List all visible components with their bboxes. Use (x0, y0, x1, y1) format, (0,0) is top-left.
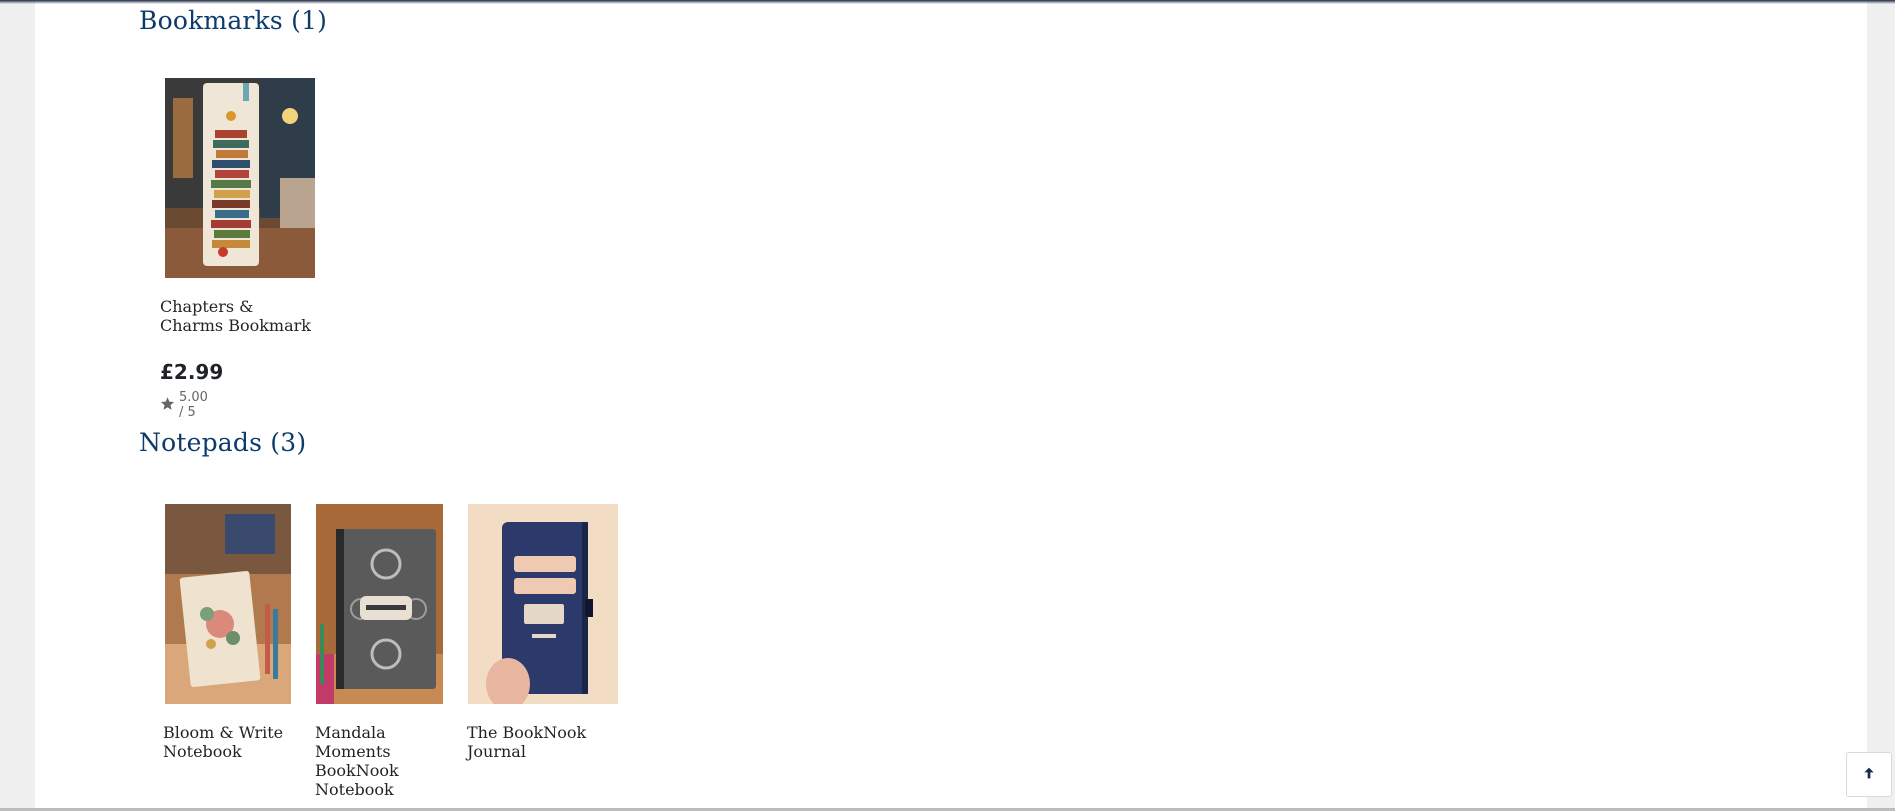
rating-value: 5.00 / 5 (179, 390, 208, 420)
scroll-to-top-button[interactable] (1846, 752, 1892, 797)
product-name[interactable]: The BookNook Journal (467, 723, 617, 761)
product-image-bloom-write[interactable] (165, 504, 291, 704)
product-price: £2.99 (160, 360, 224, 384)
product-image-mandala-moments[interactable] (316, 504, 443, 704)
product-image-bookmark[interactable] (165, 78, 315, 278)
product-name[interactable]: Bloom & Write Notebook (163, 723, 293, 761)
header-shadow (0, 0, 1895, 4)
star-icon (160, 396, 175, 415)
section-title-notepads: Notepads (3) (139, 428, 307, 457)
arrow-up-icon (1861, 765, 1877, 785)
product-image-booknook-journal[interactable] (468, 504, 618, 704)
product-name[interactable]: Mandala Moments BookNook Notebook (315, 723, 445, 799)
product-name[interactable]: Chapters & Charms Bookmark (160, 297, 320, 335)
product-rating: 5.00 / 5 (160, 390, 208, 420)
page-content: Bookmarks (1) Chapters & Charms Bookmark… (35, 0, 1867, 811)
section-title-bookmarks: Bookmarks (1) (139, 6, 328, 35)
